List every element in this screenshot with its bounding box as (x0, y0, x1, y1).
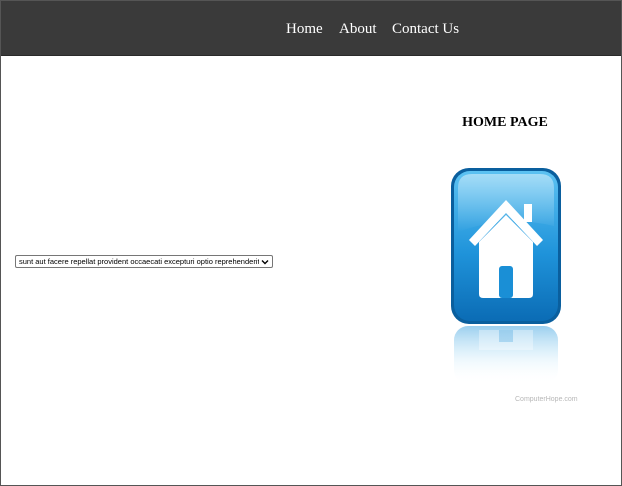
post-title-select[interactable]: sunt aut facere repellat provident occae… (15, 255, 273, 268)
house-icon (451, 168, 561, 384)
nav-link-home[interactable]: Home (286, 20, 323, 38)
nav-link-contact-us[interactable]: Contact Us (392, 20, 459, 38)
chevron-down-icon (261, 260, 269, 265)
top-navbar: Home About Contact Us (1, 1, 621, 56)
page-title: HOME PAGE (462, 115, 548, 130)
nav-link-about[interactable]: About (339, 20, 377, 38)
select-selected-value: sunt aut facere repellat provident occae… (19, 257, 259, 266)
page-frame: Home About Contact Us sunt aut facere re… (0, 0, 622, 486)
image-watermark: ComputerHope.com (515, 396, 578, 403)
